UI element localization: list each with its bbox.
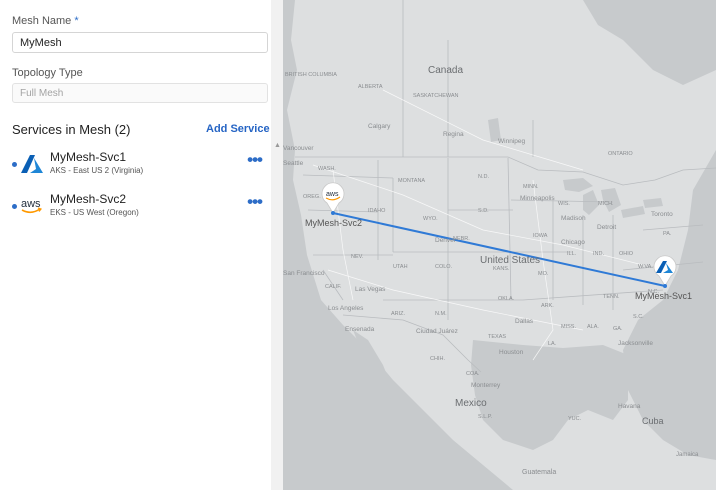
map-label-city: Calgary xyxy=(368,123,391,130)
mesh-name-input[interactable] xyxy=(12,32,268,53)
map-label-region: GA. xyxy=(613,326,623,332)
map-label-city: Vancouver xyxy=(283,145,314,152)
map-label-region: MONTANA xyxy=(398,178,425,184)
map-label-region: N.M. xyxy=(435,311,447,317)
aws-logo-icon: aws xyxy=(326,191,339,198)
map-marker-label: MyMesh-Svc2 xyxy=(305,218,362,228)
map-label-region: CHIH. xyxy=(430,356,445,362)
map-roads xyxy=(312,89,644,361)
service-status-dot xyxy=(12,204,17,209)
map-label-city: Regina xyxy=(443,131,464,138)
map-label-region: YUC. xyxy=(568,416,582,422)
map-label-city: Toronto xyxy=(651,211,673,218)
scroll-up-arrow-icon[interactable]: ▲ xyxy=(274,142,281,149)
topology-type-label: Topology Type xyxy=(12,67,83,79)
map-label-region: OKLA. xyxy=(498,296,515,302)
map-label-region: WYO. xyxy=(423,216,438,222)
map-label-region: COA. xyxy=(466,371,480,377)
map-label-city: Las Vegas xyxy=(355,286,386,293)
map-label-region: LA. xyxy=(548,341,557,347)
map-label-region: W.VA. xyxy=(638,264,653,270)
map-label-region: MISS. xyxy=(561,324,576,330)
map-label-region: SASKATCHEWAN xyxy=(413,93,459,99)
map-label-region: WIS. xyxy=(558,201,570,207)
service-detail: AKS - East US 2 (Virginia) xyxy=(50,166,144,175)
mesh-name-label: Mesh Name * xyxy=(12,15,79,27)
service-name: MyMesh-Svc1 xyxy=(50,150,127,164)
map-label-city: Madison xyxy=(561,215,586,222)
map-label-region: TEXAS xyxy=(488,334,506,340)
map-label-region: ALA. xyxy=(587,324,599,330)
map-label-city: Dallas xyxy=(515,318,534,325)
panel-scrollbar[interactable]: ▲ xyxy=(271,0,283,490)
azure-logo-icon xyxy=(21,155,43,173)
map-label-region: CALIF. xyxy=(325,284,342,290)
map-label-region: TENN. xyxy=(603,294,620,300)
map-label-guatemala: Guatemala xyxy=(522,469,556,476)
service-status-dot xyxy=(12,162,17,167)
more-options-icon[interactable]: ••• xyxy=(247,192,263,212)
map-label-jamaica: Jamaica xyxy=(676,452,699,458)
map-label-city: Seattle xyxy=(283,160,304,167)
map-label-canada: Canada xyxy=(428,65,463,76)
map-label-region: OHIO xyxy=(619,251,634,257)
map-label-mexico: Mexico xyxy=(455,398,487,409)
map-label-region: N.D. xyxy=(478,174,489,180)
map-label-city: Winnipeg xyxy=(498,138,525,145)
aws-logo-icon: aws xyxy=(21,198,43,214)
map-label-region: ALBERTA xyxy=(358,84,383,90)
mesh-form-panel: Mesh Name * Topology Type Full Mesh Serv… xyxy=(0,0,271,490)
map-label-region: MINN. xyxy=(523,184,539,190)
map-label-region: UTAH xyxy=(393,264,408,270)
map-label-city: Denver xyxy=(435,237,457,244)
service-name: MyMesh-Svc2 xyxy=(50,192,127,206)
map-label-region: IOWA xyxy=(533,233,548,239)
map-label-city: Ensenada xyxy=(345,326,375,333)
service-detail: EKS - US West (Oregon) xyxy=(50,208,139,217)
map-marker-svc2[interactable]: aws MyMesh-Svc2 xyxy=(305,182,362,228)
map-label-region: ONTARIO xyxy=(608,151,633,157)
more-options-icon[interactable]: ••• xyxy=(247,150,263,170)
topology-type-select[interactable]: Full Mesh xyxy=(12,83,268,103)
map-label-region: OREG. xyxy=(303,194,321,200)
map-label-region: NEV. xyxy=(351,254,364,260)
map-label-region: MICH. xyxy=(598,201,614,207)
map-label-city: Minneapolis xyxy=(520,195,555,202)
map-label-city: Jacksonville xyxy=(618,340,653,347)
map-label-united-states: United States xyxy=(480,255,540,266)
map-label-city: Chicago xyxy=(561,239,585,246)
map-label-region: ILL. xyxy=(567,251,577,257)
mesh-name-label-text: Mesh Name xyxy=(12,15,72,27)
map-marker-label: MyMesh-Svc1 xyxy=(635,291,692,301)
services-section-title: Services in Mesh (2) xyxy=(12,122,131,137)
map-label-region: COLO. xyxy=(435,264,453,270)
map-label-region: BRITISH COLUMBIA xyxy=(285,72,337,78)
map-label-region: S.C. xyxy=(633,314,644,320)
map-label-region: S.D. xyxy=(478,208,489,214)
map-label-region: KANS. xyxy=(493,266,510,272)
map-label-city: Los Angeles xyxy=(328,305,364,312)
service-row-svc2[interactable]: aws MyMesh-Svc2 EKS - US West (Oregon) •… xyxy=(12,192,263,224)
map-label-city: Monterrey xyxy=(471,382,501,389)
topology-map[interactable]: Canada United States Mexico Cuba Guatema… xyxy=(283,0,716,490)
map-label-city: Detroit xyxy=(597,224,616,231)
map-label-region: ARIZ. xyxy=(391,311,406,317)
map-label-city: San Francisco xyxy=(283,270,325,277)
map-label-region: ARK. xyxy=(541,303,554,309)
map-label-region: PA. xyxy=(663,231,672,237)
map-label-region: IND. xyxy=(593,251,604,257)
map-label-region: MO. xyxy=(538,271,549,277)
map-label-city: Houston xyxy=(499,349,524,356)
map-label-city: Ciudad Juárez xyxy=(416,328,458,335)
map-label-region: WASH. xyxy=(318,166,336,172)
map-label-city: Havana xyxy=(618,403,641,410)
service-row-svc1[interactable]: MyMesh-Svc1 AKS - East US 2 (Virginia) •… xyxy=(12,150,263,182)
map-canvas: Canada United States Mexico Cuba Guatema… xyxy=(283,0,716,490)
map-label-cuba: Cuba xyxy=(642,416,664,426)
add-service-link[interactable]: Add Service xyxy=(206,123,270,135)
map-label-region: S.L.P. xyxy=(478,414,493,420)
required-marker: * xyxy=(74,15,79,27)
map-label-region: IDAHO xyxy=(368,208,386,214)
